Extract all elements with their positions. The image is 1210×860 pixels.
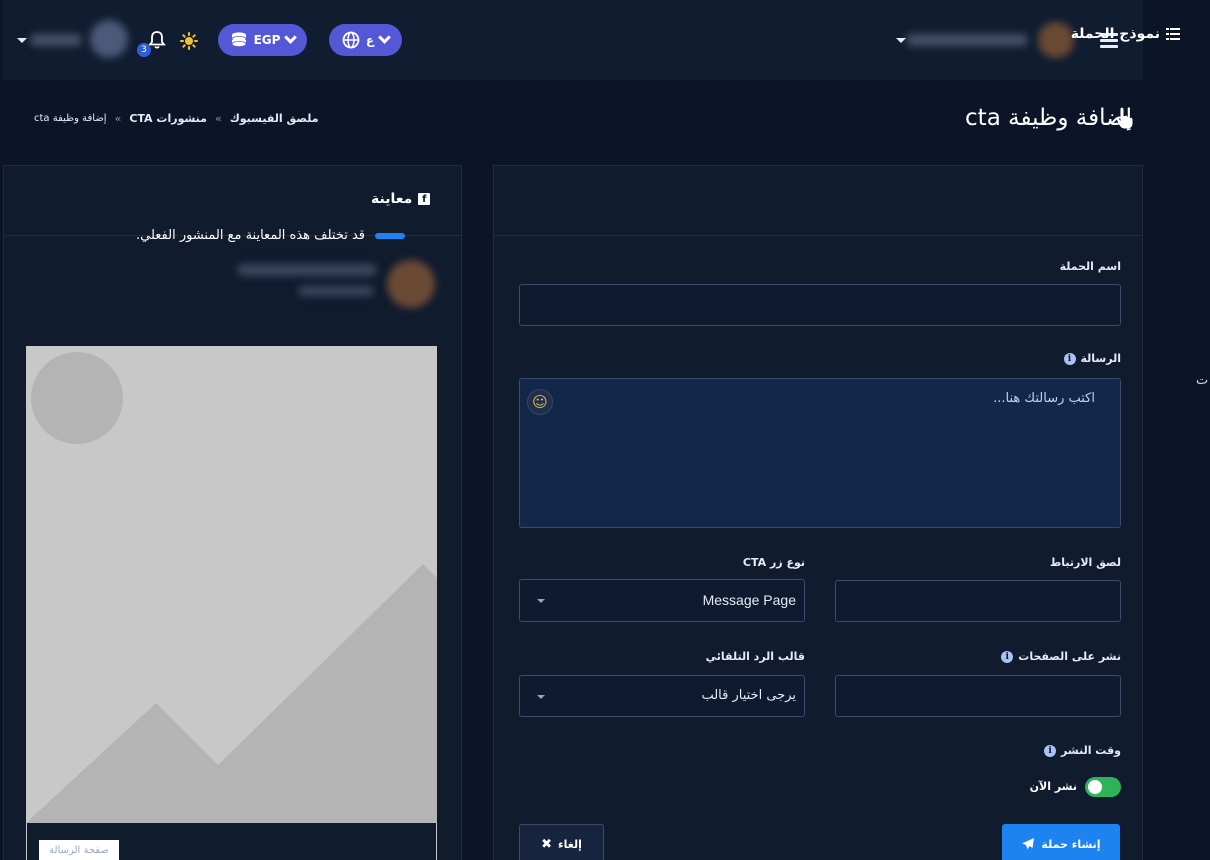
user-menu-caret-icon[interactable] [896,38,906,43]
breadcrumb-item-current: إضافة وظيفة cta [34,113,107,124]
right-edge-panel [1143,0,1210,860]
preview-note-text: قد تختلف هذه المعاينة مع المنشور الفعلي. [136,228,366,243]
hand-pointer-icon [1116,107,1133,129]
toggle-knob [1088,780,1102,794]
language-label: ع [365,33,375,47]
message-textarea[interactable]: اكتب رسالتك هنا... ☺ [519,378,1121,528]
coins-icon [231,32,246,47]
info-icon[interactable]: i [1044,744,1057,757]
breadcrumb-separator: » [114,112,122,125]
pages-label: نشر على الصفحات i [1001,650,1121,663]
message-placeholder: اكتب رسالتك هنا... [993,391,1095,406]
campaign-name-input[interactable] [519,284,1121,326]
message-page-button[interactable]: صفحة الرسالة [39,840,119,860]
info-icon[interactable]: i [1001,650,1014,663]
preview-title: f معاينة [371,191,431,207]
link-input[interactable] [835,580,1121,622]
post-now-toggle[interactable] [1085,777,1121,797]
sun-icon[interactable] [180,32,198,50]
language-selector[interactable]: ع [329,24,402,56]
cta-type-label: نوع زر CTA [742,556,805,569]
message-label: الرسالة i [1063,352,1121,365]
pages-input[interactable] [835,675,1121,717]
cta-type-value: Message Page [702,592,796,608]
auto-reply-value: يرجى اختيار قالب [701,688,796,703]
preview-note: قد تختلف هذه المعاينة مع المنشور الفعلي. [136,228,406,243]
page-title: إضافة وظيفة cta [965,105,1132,131]
create-campaign-button[interactable]: إنشاء حملة [1002,824,1120,860]
facebook-icon: f [418,193,431,205]
note-indicator [375,232,406,239]
campaign-name-label: اسم الحملة [1059,260,1121,273]
preview-date-blurred [298,286,374,296]
user-avatar[interactable] [1038,22,1074,58]
account-avatar[interactable] [90,20,128,58]
cancel-label: إلغاء [558,837,582,851]
info-icon[interactable]: i [1063,352,1076,365]
breadcrumb: ملصق الفيسبوك » منشورات CTA » إضافة وظيف… [34,112,319,125]
cancel-button[interactable]: ✖ إلغاء [519,824,604,860]
form-title: نموذج الحملة [1071,26,1180,42]
breadcrumb-separator: » [214,112,222,125]
chevron-down-icon [284,31,298,44]
auto-reply-label: قالب الرد التلقائي [705,650,805,663]
account-menu-caret-icon[interactable] [17,38,27,43]
post-time-label: وقت النشر i [1044,744,1121,757]
currency-label: EGP [253,33,281,47]
chevron-down-icon [537,599,545,603]
chevron-down-icon [537,695,545,699]
chevron-down-icon [378,31,391,44]
send-icon [1022,838,1035,850]
close-icon: ✖ [541,836,553,852]
form-card-header [494,166,1142,236]
preview-image-placeholder [26,346,437,823]
user-name-blurred[interactable] [906,34,1028,46]
preview-page-avatar [387,260,435,308]
globe-icon [342,31,360,49]
auto-reply-select[interactable]: يرجى اختيار قالب [519,675,805,717]
clipped-sidebar-text: ت [1196,373,1209,388]
create-campaign-label: إنشاء حملة [1041,837,1101,851]
breadcrumb-item-poster[interactable]: ملصق الفيسبوك [230,112,319,125]
form-title-text: نموذج الحملة [1070,26,1160,42]
image-placeholder-icon [26,352,437,823]
cta-type-select[interactable]: Message Page [519,579,805,622]
list-icon [1166,28,1180,40]
preview-title-text: معاينة [371,191,413,207]
account-name-blurred[interactable] [30,34,82,46]
preview-footer: صفحة الرسالة [26,823,437,860]
breadcrumb-item-cta-posts[interactable]: منشورات CTA [129,112,207,125]
emoji-picker-icon[interactable]: ☺ [527,389,553,415]
preview-page-name-blurred [237,264,377,276]
post-now-label: نشر الآن [1029,780,1077,793]
notification-badge: 3 [137,43,151,57]
currency-selector[interactable]: EGP [218,24,307,56]
link-label: لصق الارتباط [1049,556,1121,569]
